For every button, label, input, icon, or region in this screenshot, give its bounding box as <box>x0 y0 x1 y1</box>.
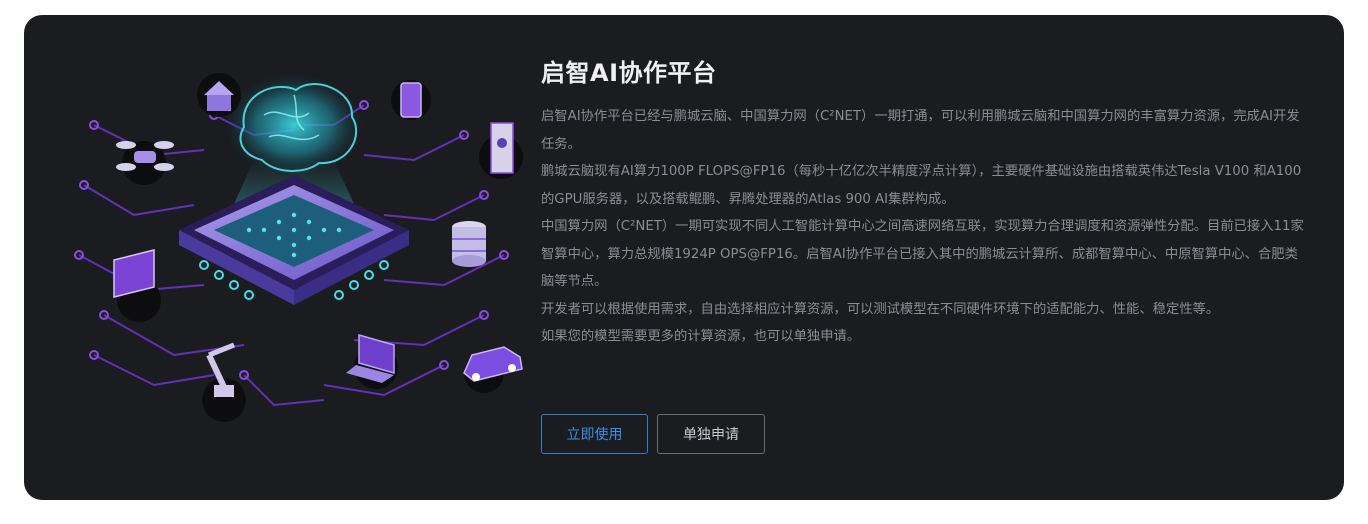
database-icon <box>452 221 486 267</box>
ai-chip-icon <box>179 175 409 305</box>
description-paragraph: 开发者可以根据使用需求，自由选择相应计算资源，可以测试模型在不同硬件环境下的适配… <box>541 301 1220 317</box>
description-paragraph: 中国算力网（C²NET）一期可实现不同人工智能计算中心之间高速网络互联，实现算力… <box>541 219 1304 289</box>
house-icon <box>197 73 241 117</box>
apply-separately-button[interactable]: 单独申请 <box>657 414 765 454</box>
use-now-button[interactable]: 立即使用 <box>541 414 648 454</box>
description-paragraph: 启智AI协作平台已经与鹏城云脑、中国算力网（C²NET）一期打通，可以利用鹏城云… <box>541 109 1300 152</box>
ai-chip-illustration <box>74 73 523 422</box>
ai-platform-card: 启智AI协作平台 启智AI协作平台已经与鹏城云脑、中国算力网（C²NET）一期打… <box>24 15 1344 500</box>
action-buttons: 立即使用 单独申请 <box>541 414 765 454</box>
drone-icon <box>116 141 174 185</box>
tablet-icon <box>391 80 431 120</box>
description-paragraph: 鹏城云脑现有AI算力100P FLOPS@FP16（每秒十亿亿次半精度浮点计算）… <box>541 164 1302 207</box>
robot-arm-icon <box>202 342 246 422</box>
server-rack-icon <box>479 122 523 179</box>
car-icon <box>463 346 523 393</box>
platform-content: 启智AI协作平台 启智AI协作平台已经与鹏城云脑、中国算力网（C²NET）一期打… <box>541 53 1311 351</box>
monitor-icon <box>113 249 161 322</box>
platform-title: 启智AI协作平台 <box>541 59 717 87</box>
platform-description: 启智AI协作平台已经与鹏城云脑、中国算力网（C²NET）一期打通，可以利用鹏城云… <box>541 103 1311 351</box>
description-paragraph: 如果您的模型需要更多的计算资源，也可以单独申请。 <box>541 329 861 344</box>
